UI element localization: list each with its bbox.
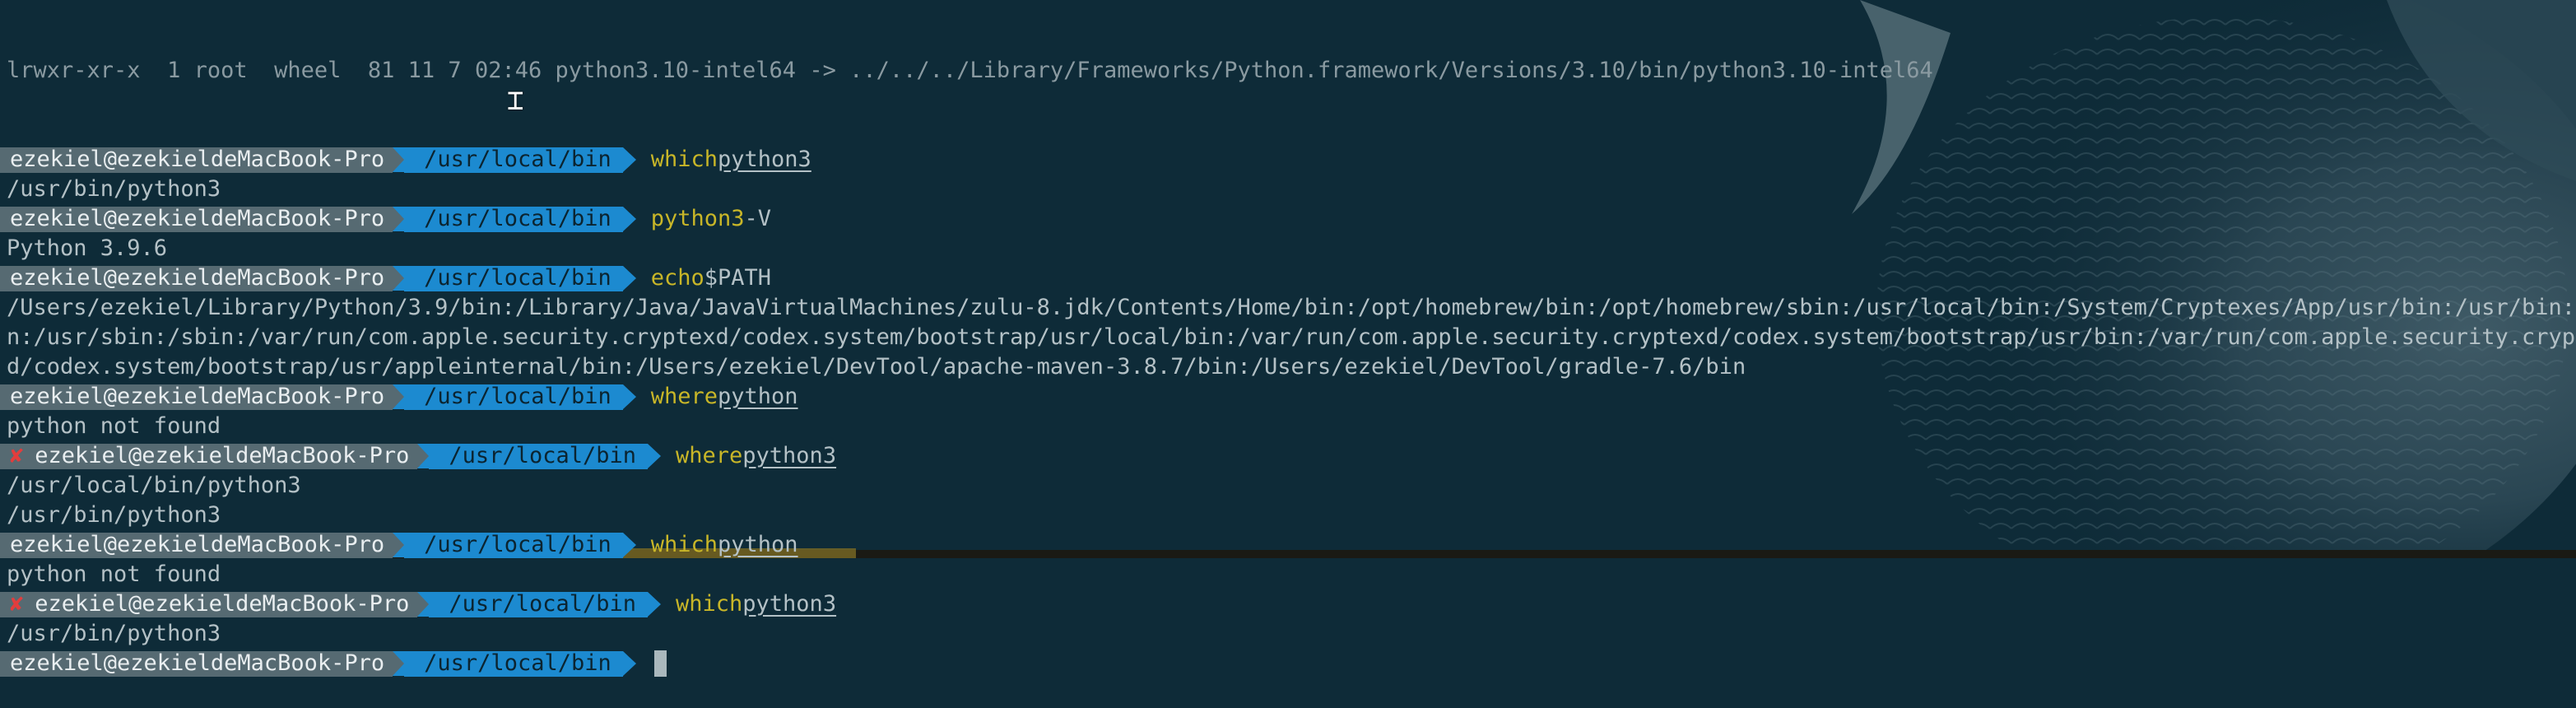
output-text: d/codex.system/bootstrap/usr/appleintern… (7, 354, 1746, 380)
prompt-path-segment: /usr/local/bin (404, 532, 623, 558)
prompt-line: ezekiel@ezekieldeMacBook-Pro/usr/local/b… (0, 382, 2576, 412)
output-text: Python 3.9.6 (7, 235, 168, 261)
command-name: echo (650, 265, 704, 291)
prompt-user-host: ezekiel@ezekieldeMacBook-Pro (10, 532, 385, 557)
prompt: ✘ ezekiel@ezekieldeMacBook-Pro/usr/local/… (0, 443, 661, 469)
command-argument: python (718, 384, 798, 409)
prompt: ezekiel@ezekieldeMacBook-Pro/usr/local/b… (0, 147, 636, 173)
output-text: n:/usr/sbin:/sbin:/var/run/com.apple.sec… (7, 324, 2576, 350)
scrollback-partial-line: lrwxr-xr-x 1 root wheel 81 11 7 02:46 py… (0, 56, 2576, 86)
command-argument: python3 (718, 147, 811, 172)
prompt: ezekiel@ezekieldeMacBook-Pro/usr/local/b… (0, 650, 636, 677)
output-text: /usr/local/bin/python3 (7, 473, 301, 498)
output-line: /usr/local/bin/python3 (0, 471, 2576, 501)
powerline-separator-icon (417, 444, 430, 468)
prompt-user-segment: ezekiel@ezekieldeMacBook-Pro (0, 265, 393, 291)
powerline-separator-icon (622, 384, 636, 409)
output-line: python not found (0, 560, 2576, 589)
powerline-separator-icon (393, 651, 405, 676)
prompt-line: ✘ ezekiel@ezekieldeMacBook-Pro/usr/local/… (0, 441, 2576, 471)
output-text: python not found (7, 561, 221, 587)
prompt: ezekiel@ezekieldeMacBook-Pro/usr/local/b… (0, 206, 636, 232)
output-line: n:/usr/sbin:/sbin:/var/run/com.apple.sec… (0, 323, 2576, 352)
prompt-user-host: ezekiel@ezekieldeMacBook-Pro (10, 265, 385, 291)
command-argument: -V (744, 206, 772, 231)
output-text: python not found (7, 413, 221, 439)
prompt: ezekiel@ezekieldeMacBook-Pro/usr/local/b… (0, 384, 636, 410)
output-text: /usr/bin/python3 (7, 502, 221, 528)
output-line: /Users/ezekiel/Library/Python/3.9/bin:/L… (0, 293, 2576, 323)
powerline-separator-icon (393, 533, 405, 557)
prompt-path-segment: /usr/local/bin (404, 206, 623, 232)
prompt-line: ezekiel@ezekieldeMacBook-Pro/usr/local/b… (0, 145, 2576, 175)
prompt-user-host: ezekiel@ezekieldeMacBook-Pro (10, 650, 385, 676)
prompt: ✘ ezekiel@ezekieldeMacBook-Pro/usr/local/… (0, 591, 661, 617)
text-cursor-ibeam-icon: ⌶ (507, 84, 524, 117)
command-argument: $PATH (704, 265, 772, 291)
command-name: where (650, 384, 718, 409)
output-line: /usr/bin/python3 (0, 501, 2576, 530)
prompt-line: ✘ ezekiel@ezekieldeMacBook-Pro/usr/local/… (0, 589, 2576, 619)
powerline-separator-icon (622, 533, 636, 557)
command-name: where (676, 443, 743, 468)
prompt-line: ezekiel@ezekieldeMacBook-Pro/usr/local/b… (0, 649, 2576, 678)
output-line: d/codex.system/bootstrap/usr/appleintern… (0, 352, 2576, 382)
prompt-user-host: ezekiel@ezekieldeMacBook-Pro (10, 147, 385, 172)
prompt-user-segment: ✘ ezekiel@ezekieldeMacBook-Pro (0, 591, 418, 617)
prompt-user-host: ezekiel@ezekieldeMacBook-Pro (35, 591, 410, 617)
powerline-separator-icon (622, 147, 636, 172)
error-cross-icon: ✘ (10, 591, 24, 617)
prompt: ezekiel@ezekieldeMacBook-Pro/usr/local/b… (0, 532, 636, 558)
prompt-line: ezekiel@ezekieldeMacBook-Pro/usr/local/b… (0, 204, 2576, 234)
prompt-user-segment: ezekiel@ezekieldeMacBook-Pro (0, 147, 393, 173)
powerline-separator-icon (648, 592, 661, 617)
powerline-separator-icon (648, 444, 661, 468)
prompt-path-segment: /usr/local/bin (404, 384, 623, 410)
prompt-path-segment: /usr/local/bin (429, 591, 648, 617)
prompt-path-segment: /usr/local/bin (404, 650, 623, 677)
output-text: /usr/bin/python3 (7, 621, 221, 646)
output-line: python not found (0, 412, 2576, 441)
output-line: /usr/bin/python3 (0, 175, 2576, 204)
prompt-path-segment: /usr/local/bin (404, 147, 623, 173)
command-name: python3 (650, 206, 745, 231)
scrollback-text: lrwxr-xr-x 1 root wheel 81 11 7 02:46 py… (7, 58, 1933, 83)
terminal-cursor[interactable] (653, 650, 667, 677)
command-argument: python3 (742, 591, 837, 617)
prompt-user-host: ezekiel@ezekieldeMacBook-Pro (10, 206, 385, 231)
output-text: /Users/ezekiel/Library/Python/3.9/bin:/L… (7, 295, 2576, 320)
powerline-separator-icon (393, 266, 405, 291)
command-argument: python (718, 532, 798, 557)
prompt-user-host: ezekiel@ezekieldeMacBook-Pro (10, 384, 385, 409)
powerline-separator-icon (622, 266, 636, 291)
command-argument: python3 (742, 443, 837, 468)
prompt-user-host: ezekiel@ezekieldeMacBook-Pro (35, 443, 410, 468)
powerline-separator-icon (393, 384, 405, 409)
output-text: /usr/bin/python3 (7, 176, 221, 202)
output-line: Python 3.9.6 (0, 234, 2576, 263)
prompt-line: ezekiel@ezekieldeMacBook-Pro/usr/local/b… (0, 530, 2576, 560)
prompt-user-segment: ezekiel@ezekieldeMacBook-Pro (0, 650, 393, 677)
powerline-separator-icon (622, 651, 636, 676)
terminal-output[interactable]: lrwxr-xr-x 1 root wheel 81 11 7 02:46 py… (0, 0, 2576, 708)
prompt: ezekiel@ezekieldeMacBook-Pro/usr/local/b… (0, 265, 636, 291)
prompt-user-segment: ✘ ezekiel@ezekieldeMacBook-Pro (0, 443, 418, 469)
command-name: which (676, 591, 743, 617)
prompt-user-segment: ezekiel@ezekieldeMacBook-Pro (0, 206, 393, 232)
prompt-line: ezekiel@ezekieldeMacBook-Pro/usr/local/b… (0, 263, 2576, 293)
error-cross-icon: ✘ (10, 443, 24, 468)
prompt-path-segment: /usr/local/bin (429, 443, 648, 469)
powerline-separator-icon (622, 207, 636, 231)
prompt-user-segment: ezekiel@ezekieldeMacBook-Pro (0, 532, 393, 558)
powerline-separator-icon (393, 147, 405, 172)
powerline-separator-icon (417, 592, 430, 617)
command-name: which (650, 532, 718, 557)
prompt-path-segment: /usr/local/bin (404, 265, 623, 291)
powerline-separator-icon (393, 207, 405, 231)
command-name: which (650, 147, 718, 172)
prompt-user-segment: ezekiel@ezekieldeMacBook-Pro (0, 384, 393, 410)
output-line: /usr/bin/python3 (0, 619, 2576, 649)
